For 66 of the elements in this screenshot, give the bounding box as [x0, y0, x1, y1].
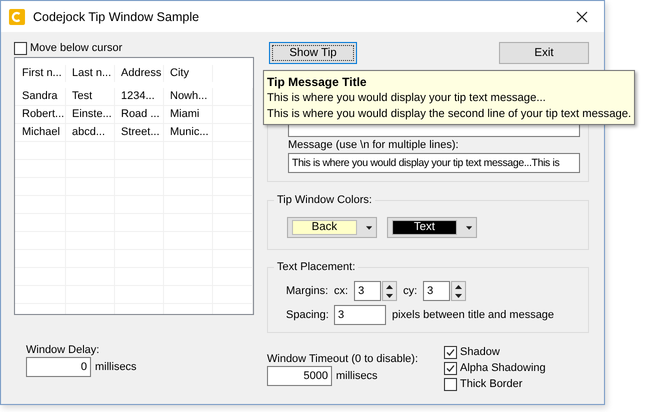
cx-field[interactable]: 3 [354, 281, 382, 301]
unit-label: millisecs [95, 361, 137, 373]
checkbox-option[interactable]: Thick Border [444, 376, 546, 392]
table-cell: 1234... [115, 88, 164, 105]
delay-field[interactable]: 0 [26, 357, 91, 377]
table-cell: Michael [15, 124, 66, 141]
checkbox-option[interactable]: Move below cursor [14, 40, 254, 56]
spin-button[interactable] [382, 281, 398, 301]
window-title: Codejock Tip Window Sample [33, 10, 200, 24]
app-icon [9, 8, 25, 24]
tooltip-text: This is where you would display the second line of your tip text message. [267, 107, 632, 122]
column-header[interactable]: Address [115, 64, 164, 82]
field-label: cy: [403, 285, 418, 297]
group-label: Tip Window Colors: [274, 194, 375, 206]
column-header[interactable]: Last n... [66, 64, 115, 82]
spacing-field[interactable]: 3 [334, 305, 386, 325]
cy-field[interactable]: 3 [423, 281, 450, 301]
dropdown-icon [466, 226, 472, 230]
color-picker[interactable]: Text [387, 217, 477, 238]
field-label: cx: [334, 285, 348, 297]
exit-button[interactable]: Exit [499, 42, 589, 64]
field-label: Message (use \n for multiple lines): [288, 139, 460, 151]
table-cell: Street... [115, 124, 164, 141]
list-view[interactable]: First n... Last n... Address City Sandra Test 1234... Nowh... Robert... Einste... Road ... Miami Michael abcd... Street... Munic... [14, 57, 254, 315]
check-icon [445, 362, 456, 374]
show-tip-button[interactable]: Show Tip [269, 42, 357, 64]
close-icon[interactable] [576, 10, 588, 22]
checkbox[interactable] [444, 346, 458, 358]
arrow-up-icon [386, 284, 394, 288]
table-cell: abcd... [66, 124, 115, 141]
field-label: Window Delay: [26, 344, 100, 356]
field-note: pixels between title and message [392, 309, 554, 321]
arrow-down-icon [455, 294, 462, 298]
list-row[interactable]: Michael abcd... Street... Munic... [15, 124, 253, 142]
checkbox-option[interactable]: Alpha Shadowing [444, 360, 546, 376]
column-header[interactable]: First n... [15, 64, 66, 82]
dropdown-icon [366, 226, 372, 230]
tooltip-title: Tip Message Title [267, 74, 368, 90]
column-header[interactable]: City [164, 64, 213, 82]
table-cell: Nowh... [164, 88, 213, 105]
list-row[interactable]: Robert... Einste... Road ... Miami [15, 106, 253, 124]
arrow-down-icon [386, 294, 394, 298]
checkbox-option[interactable]: Shadow [444, 344, 546, 360]
table-cell: Robert... [15, 106, 66, 123]
timeout-field[interactable]: 5000 [267, 366, 332, 386]
checkbox[interactable] [14, 42, 27, 54]
unit-label: millisecs [336, 370, 378, 382]
message-field[interactable]: This is where you would display your tip text message...This is [288, 153, 580, 173]
field-label: Spacing: [286, 309, 328, 321]
check-icon [445, 346, 456, 358]
table-cell: Sandra [15, 88, 66, 105]
field-label: Window Timeout (0 to disable): [267, 353, 418, 365]
group-label: Text Placement: [274, 261, 358, 273]
checkbox[interactable] [444, 362, 458, 374]
table-cell: Test [66, 88, 115, 105]
color-picker[interactable]: Back [287, 217, 377, 238]
field-label: Margins: [286, 285, 328, 297]
table-cell: Einste... [66, 106, 115, 123]
checkbox[interactable] [444, 378, 458, 390]
spin-button[interactable] [451, 281, 466, 301]
tooltip-text: This is where you would display your tip text message... [267, 91, 547, 106]
arrow-up-icon [455, 284, 462, 288]
list-row[interactable]: Sandra Test 1234... Nowh... [15, 88, 253, 106]
table-cell: Road ... [115, 106, 164, 123]
table-cell: Miami [164, 106, 213, 123]
table-cell: Munic... [164, 124, 213, 141]
